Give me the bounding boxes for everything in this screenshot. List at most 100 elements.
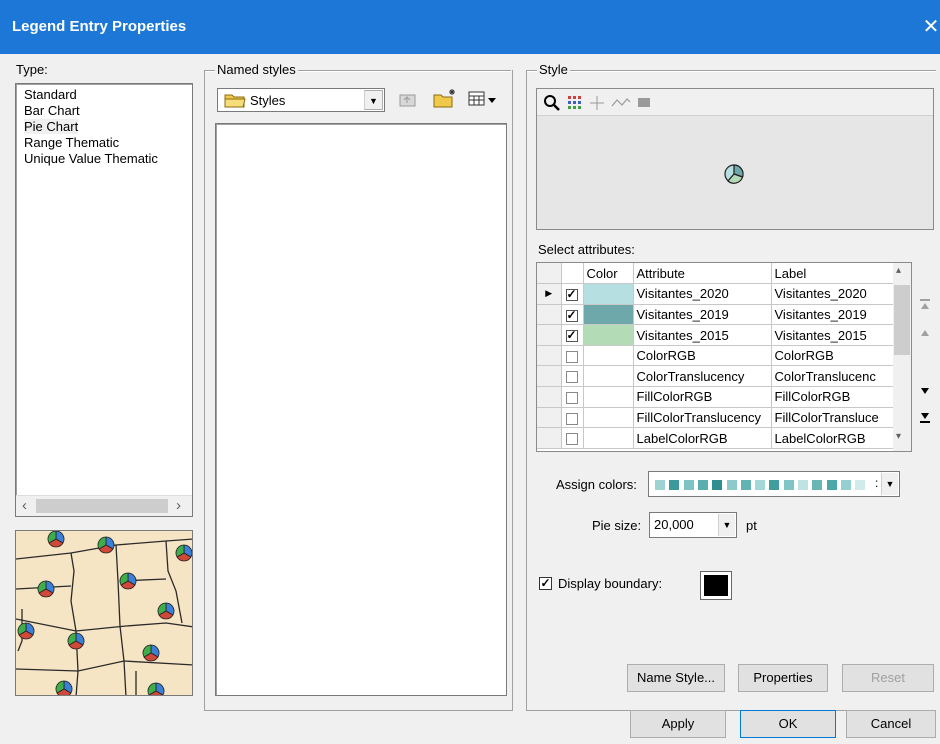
chevron-down-icon[interactable]: ▼ <box>718 514 735 536</box>
properties-button[interactable]: Properties <box>738 664 828 692</box>
row-checkbox[interactable] <box>561 407 584 429</box>
row-indicator[interactable] <box>537 304 562 326</box>
row-label[interactable]: Visitantes_2020 <box>771 283 895 305</box>
grid-row[interactable]: ▶ Visitantes_2020Visitantes_2020 <box>537 283 895 305</box>
scroll-down-icon[interactable]: ▾ <box>896 431 901 442</box>
grid-header-attribute[interactable]: Attribute <box>633 263 772 285</box>
row-checkbox[interactable] <box>561 386 584 408</box>
grid-row[interactable]: FillColorRGB FillColorRGB <box>537 386 895 408</box>
row-color-cell[interactable] <box>583 407 634 429</box>
styles-combo-value: Styles <box>250 93 286 108</box>
fill-icon[interactable] <box>637 97 651 109</box>
type-list-scrollbar[interactable]: ‹ › <box>16 495 192 516</box>
apply-button[interactable]: Apply <box>630 710 726 738</box>
chevron-down-icon[interactable]: ▼ <box>364 90 383 110</box>
ok-button[interactable]: OK <box>740 710 836 738</box>
ramp-swatch <box>826 480 837 490</box>
row-label[interactable]: ColorTranslucenc <box>771 365 895 388</box>
pie-size-combo[interactable]: 20,000 ▼ <box>649 512 737 538</box>
grid-icon[interactable] <box>567 95 583 111</box>
grid-row[interactable]: ColorTranslucency ColorTranslucenc <box>537 365 895 388</box>
ramp-swatch <box>812 480 823 490</box>
type-list[interactable]: Standard Bar Chart Pie Chart Range Thema… <box>15 83 193 517</box>
row-color-cell[interactable] <box>583 345 634 367</box>
row-color-cell[interactable] <box>583 365 634 388</box>
grid-row[interactable]: Visitantes_2015Visitantes_2015 <box>537 324 895 346</box>
ramp-swatch <box>697 480 708 490</box>
magnifier-icon[interactable] <box>543 94 561 112</box>
row-indicator-current-icon[interactable]: ▶ <box>537 283 562 305</box>
named-styles-frame-left <box>204 70 205 710</box>
title-bar: Legend Entry Properties ✕ <box>0 0 940 54</box>
assign-colors-combo[interactable]: : ▼ <box>648 471 900 497</box>
row-color-cell[interactable] <box>583 427 634 449</box>
scroll-right-icon[interactable]: › <box>176 497 181 514</box>
scroll-up-icon[interactable]: ▴ <box>896 265 901 276</box>
move-down-icon[interactable] <box>917 384 933 402</box>
row-color-cell[interactable] <box>583 324 634 346</box>
grid-row[interactable]: Visitantes_2019Visitantes_2019 <box>537 304 895 326</box>
reset-button[interactable]: Reset <box>842 664 934 692</box>
row-checkbox[interactable] <box>561 324 584 346</box>
scrollbar-thumb[interactable] <box>36 499 168 513</box>
line-icon[interactable] <box>611 95 631 111</box>
ramp-swatch <box>683 480 694 490</box>
type-item-pie-chart[interactable]: Pie Chart <box>24 119 79 134</box>
map-pie-marker <box>175 544 192 562</box>
cancel-button[interactable]: Cancel <box>846 710 936 738</box>
type-item-bar-chart[interactable]: Bar Chart <box>24 103 80 118</box>
row-label[interactable]: LabelColorRGB <box>771 427 895 449</box>
map-pie-marker <box>55 680 73 695</box>
type-item-unique-value-thematic[interactable]: Unique Value Thematic <box>24 151 158 166</box>
row-indicator[interactable] <box>537 386 562 408</box>
new-folder-icon[interactable] <box>432 87 458 109</box>
ramp-separator: : <box>875 476 879 490</box>
move-up-icon[interactable] <box>917 326 933 344</box>
row-label[interactable]: Visitantes_2019 <box>771 304 895 326</box>
row-indicator[interactable] <box>537 407 562 429</box>
chevron-down-icon[interactable]: ▼ <box>881 473 898 495</box>
folder-up-icon[interactable] <box>398 90 418 108</box>
row-checkbox[interactable] <box>561 304 584 326</box>
move-top-icon[interactable] <box>917 298 933 316</box>
row-label[interactable]: FillColorRGB <box>771 386 895 408</box>
row-checkbox[interactable] <box>561 283 584 305</box>
type-item-range-thematic[interactable]: Range Thematic <box>24 135 119 150</box>
name-style-button[interactable]: Name Style... <box>627 664 725 692</box>
grid-row[interactable]: FillColorTranslucency FillColorTransluce <box>537 407 895 429</box>
move-bottom-icon[interactable] <box>917 410 933 428</box>
row-label[interactable]: ColorRGB <box>771 345 895 367</box>
grid-scrollbar-thumb[interactable] <box>894 285 910 355</box>
type-label: Type: <box>14 62 50 77</box>
row-indicator[interactable] <box>537 365 562 388</box>
row-indicator[interactable] <box>537 324 562 346</box>
boundary-style-button[interactable] <box>700 571 732 600</box>
grid-scrollbar[interactable]: ▴ ▾ <box>893 263 911 451</box>
grid-row[interactable]: ColorRGB ColorRGB <box>537 345 895 367</box>
row-checkbox[interactable] <box>561 345 584 367</box>
row-checkbox[interactable] <box>561 427 584 449</box>
view-options-icon[interactable] <box>468 90 498 108</box>
named-styles-list[interactable] <box>215 123 507 696</box>
map-pie-marker <box>119 572 137 590</box>
row-color-cell[interactable] <box>583 386 634 408</box>
crosshair-icon[interactable] <box>589 95 605 111</box>
row-label[interactable]: FillColorTransluce <box>771 407 895 429</box>
type-item-standard[interactable]: Standard <box>24 87 77 102</box>
grid-header-color[interactable]: Color <box>583 263 634 285</box>
row-indicator[interactable] <box>537 345 562 367</box>
row-checkbox[interactable] <box>561 365 584 388</box>
close-icon[interactable]: ✕ <box>922 14 940 39</box>
styles-combo[interactable]: Styles ▼ <box>217 88 385 112</box>
grid-header-label[interactable]: Label <box>771 263 895 285</box>
display-boundary-checkbox[interactable]: ✓ <box>539 577 552 590</box>
attributes-grid[interactable]: Color Attribute Label ▶Visitantes_2020Vi… <box>536 262 912 452</box>
row-attribute: Visitantes_2015 <box>633 324 772 346</box>
row-color-cell[interactable] <box>583 304 634 326</box>
row-label[interactable]: Visitantes_2015 <box>771 324 895 346</box>
grid-row[interactable]: LabelColorRGB LabelColorRGB <box>537 427 895 449</box>
scroll-left-icon[interactable]: ‹ <box>22 497 27 514</box>
row-indicator[interactable] <box>537 427 562 449</box>
row-color-cell[interactable] <box>583 283 634 305</box>
ramp-swatch <box>655 480 665 490</box>
